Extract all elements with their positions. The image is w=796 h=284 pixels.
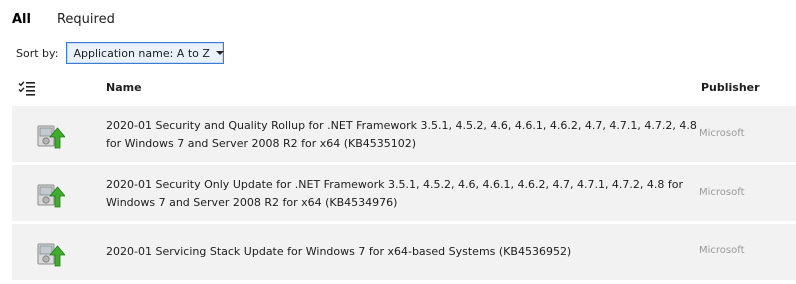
update-name: 2020-01 Security Only Update for .NET Fr…: [106, 178, 684, 209]
sort-dropdown[interactable]: Application name: A to Z: [66, 42, 225, 64]
update-name: 2020-01 Servicing Stack Update for Windo…: [106, 245, 572, 258]
software-install-icon: [37, 184, 65, 208]
tab-required[interactable]: Required: [57, 12, 115, 27]
update-name: 2020-01 Security and Quality Rollup for …: [106, 119, 697, 150]
sort-label: Sort by:: [16, 46, 59, 60]
chevron-down-icon: [215, 51, 224, 55]
sort-selected-value: Application name: A to Z: [73, 46, 210, 60]
sort-bar: Sort by: Application name: A to Z: [16, 41, 225, 65]
tab-all[interactable]: All: [12, 12, 31, 27]
filter-tabs: All Required: [12, 9, 141, 29]
software-install-icon: [37, 125, 65, 149]
update-row[interactable]: 2020-01 Security and Quality Rollup for …: [12, 106, 796, 162]
software-install-icon: [37, 243, 65, 267]
update-publisher: Microsoft: [699, 128, 745, 139]
update-publisher: Microsoft: [699, 245, 745, 256]
column-header-name[interactable]: Name: [106, 81, 142, 94]
update-row[interactable]: 2020-01 Security Only Update for .NET Fr…: [12, 165, 796, 221]
update-publisher: Microsoft: [699, 187, 745, 198]
list-header: Name Publisher: [0, 76, 796, 100]
select-all-checklist-icon[interactable]: [18, 80, 36, 96]
column-header-publisher[interactable]: Publisher: [701, 81, 760, 94]
update-row[interactable]: 2020-01 Servicing Stack Update for Windo…: [12, 224, 796, 280]
